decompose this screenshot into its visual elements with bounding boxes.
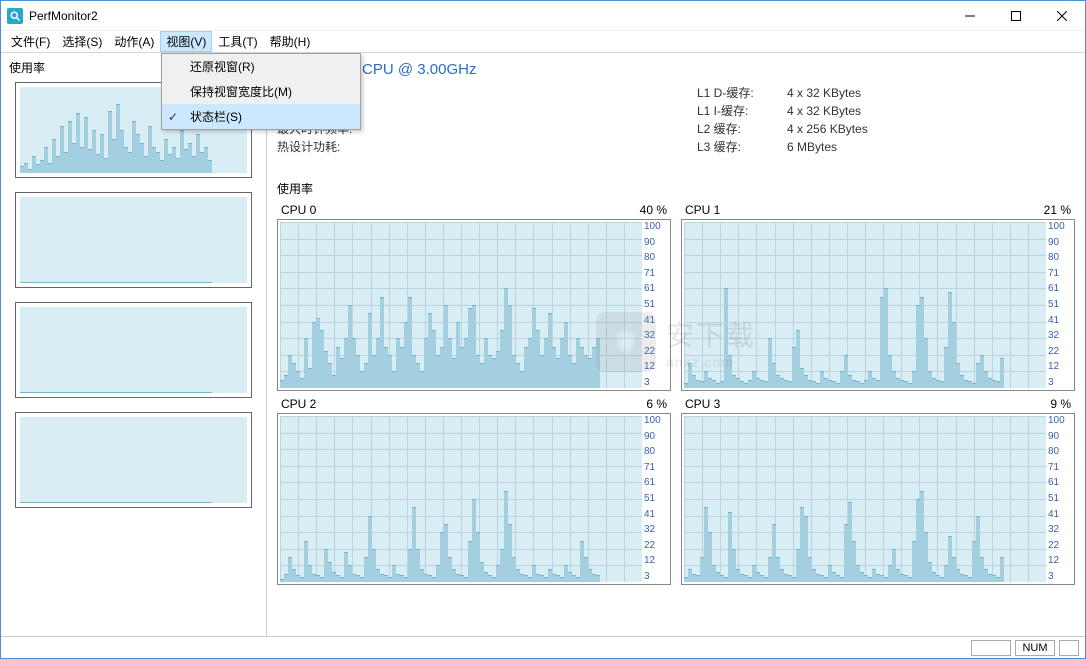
menu-1[interactable]: 选择(S): [56, 31, 108, 52]
menu-5[interactable]: 帮助(H): [264, 31, 317, 52]
ytick: 22: [1048, 347, 1072, 357]
ytick: 32: [1048, 331, 1072, 341]
ytick: 22: [644, 347, 668, 357]
ytick: 100: [1048, 416, 1072, 426]
cache-val: 4 x 32 KBytes: [787, 84, 861, 102]
cache-key: L2 缓存:: [697, 120, 787, 138]
ytick: 90: [1048, 238, 1072, 248]
ytick: 90: [1048, 432, 1072, 442]
ytick: 61: [1048, 478, 1072, 488]
dropdown-label: 还原视窗(R): [190, 58, 255, 75]
ytick: 61: [1048, 284, 1072, 294]
dropdown-item-0[interactable]: 还原视窗(R): [162, 54, 360, 79]
view-menu-dropdown: 还原视窗(R) 保持视窗宽度比(M) ✓ 状态栏(S): [161, 53, 361, 130]
cpu-chart-name: CPU 2: [281, 397, 316, 411]
ytick: 51: [1048, 300, 1072, 310]
thumb-3[interactable]: [15, 412, 252, 508]
ytick: 41: [644, 510, 668, 520]
ytick: 41: [1048, 316, 1072, 326]
ytick: 32: [1048, 525, 1072, 535]
window-title: PerfMonitor2: [29, 9, 947, 23]
titlebar: PerfMonitor2: [1, 1, 1085, 31]
menu-2[interactable]: 动作(A): [108, 31, 160, 52]
cache-key: L3 缓存:: [697, 138, 787, 156]
ytick: 12: [1048, 362, 1072, 372]
cache-val: 4 x 32 KBytes: [787, 102, 861, 120]
statusbar: NUM: [1, 636, 1085, 658]
menu-0[interactable]: 文件(F): [5, 31, 56, 52]
maximize-button[interactable]: [993, 1, 1039, 30]
usage-title: 使用率: [277, 180, 1075, 197]
cpu-cache-info: L1 D-缓存:4 x 32 KBytesL1 I-缓存:4 x 32 KByt…: [697, 84, 868, 156]
cache-key: L1 D-缓存:: [697, 84, 787, 102]
cache-val: 6 MBytes: [787, 138, 837, 156]
ytick: 61: [644, 478, 668, 488]
ytick: 12: [644, 556, 668, 566]
main-panel: TM) i5-7400 CPU @ 3.00GHz 核心, 4 CPUs 特征:…: [267, 53, 1085, 636]
dropdown-item-2[interactable]: ✓ 状态栏(S): [162, 104, 360, 129]
cpu-name: TM) i5-7400 CPU @ 3.00GHz: [277, 61, 1075, 78]
ytick: 80: [644, 447, 668, 457]
cpu-chart-pct: 9 %: [1050, 397, 1071, 411]
thumb-1[interactable]: [15, 192, 252, 288]
cpu-chart-pct: 40 %: [640, 203, 667, 217]
status-num: NUM: [1015, 640, 1055, 656]
ytick: 80: [1048, 253, 1072, 263]
tdp-label: 热设计功耗:: [277, 138, 367, 156]
ytick: 71: [644, 269, 668, 279]
sidebar: 使用率: [1, 53, 267, 636]
ytick: 3: [644, 572, 668, 582]
ytick: 3: [1048, 378, 1072, 388]
menu-3[interactable]: 视图(V): [160, 31, 212, 52]
minimize-button[interactable]: [947, 1, 993, 30]
menubar: 文件(F)选择(S)动作(A)视图(V)工具(T)帮助(H): [1, 31, 1085, 53]
ytick: 100: [1048, 222, 1072, 232]
thumb-2[interactable]: [15, 302, 252, 398]
status-cell-1: [971, 640, 1011, 656]
ytick: 22: [1048, 541, 1072, 551]
cpu-chart-1: CPU 1 21 % 100 90 80 71 61 51 41 32 22 12 3: [681, 201, 1075, 391]
cpu-chart-pct: 21 %: [1044, 203, 1071, 217]
ytick: 3: [644, 378, 668, 388]
ytick: 61: [644, 284, 668, 294]
cpu-chart-2: CPU 2 6 % 100 90 80 71 61 51 41 32 22 12 3: [277, 395, 671, 585]
cpu-chart-pct: 6 %: [646, 397, 667, 411]
cpu-chart-0: CPU 0 40 % 100 90 80 71 61 51 41 32 22 12 3: [277, 201, 671, 391]
ytick: 80: [644, 253, 668, 263]
dropdown-label: 状态栏(S): [190, 108, 242, 125]
status-cell-3: [1059, 640, 1079, 656]
ytick: 71: [1048, 269, 1072, 279]
ytick: 12: [1048, 556, 1072, 566]
ytick: 32: [644, 525, 668, 535]
cache-val: 4 x 256 KBytes: [787, 120, 868, 138]
ytick: 22: [644, 541, 668, 551]
cpu-chart-name: CPU 0: [281, 203, 316, 217]
ytick: 51: [644, 494, 668, 504]
ytick: 90: [644, 432, 668, 442]
check-icon: ✓: [168, 110, 178, 124]
close-button[interactable]: [1039, 1, 1085, 30]
cpu-chart-name: CPU 1: [685, 203, 720, 217]
ytick: 71: [644, 463, 668, 473]
ytick: 80: [1048, 447, 1072, 457]
menu-4[interactable]: 工具(T): [212, 31, 263, 52]
cpu-chart-3: CPU 3 9 % 100 90 80 71 61 51 41 32 22 12 3: [681, 395, 1075, 585]
ytick: 41: [644, 316, 668, 326]
cache-key: L1 I-缓存:: [697, 102, 787, 120]
ytick: 51: [1048, 494, 1072, 504]
ytick: 51: [644, 300, 668, 310]
ytick: 32: [644, 331, 668, 341]
dropdown-label: 保持视窗宽度比(M): [190, 83, 292, 100]
dropdown-item-1[interactable]: 保持视窗宽度比(M): [162, 79, 360, 104]
cpu-chart-name: CPU 3: [685, 397, 720, 411]
ytick: 100: [644, 416, 668, 426]
ytick: 71: [1048, 463, 1072, 473]
app-icon: [7, 8, 23, 24]
ytick: 41: [1048, 510, 1072, 520]
ytick: 90: [644, 238, 668, 248]
ytick: 12: [644, 362, 668, 372]
ytick: 3: [1048, 572, 1072, 582]
ytick: 100: [644, 222, 668, 232]
